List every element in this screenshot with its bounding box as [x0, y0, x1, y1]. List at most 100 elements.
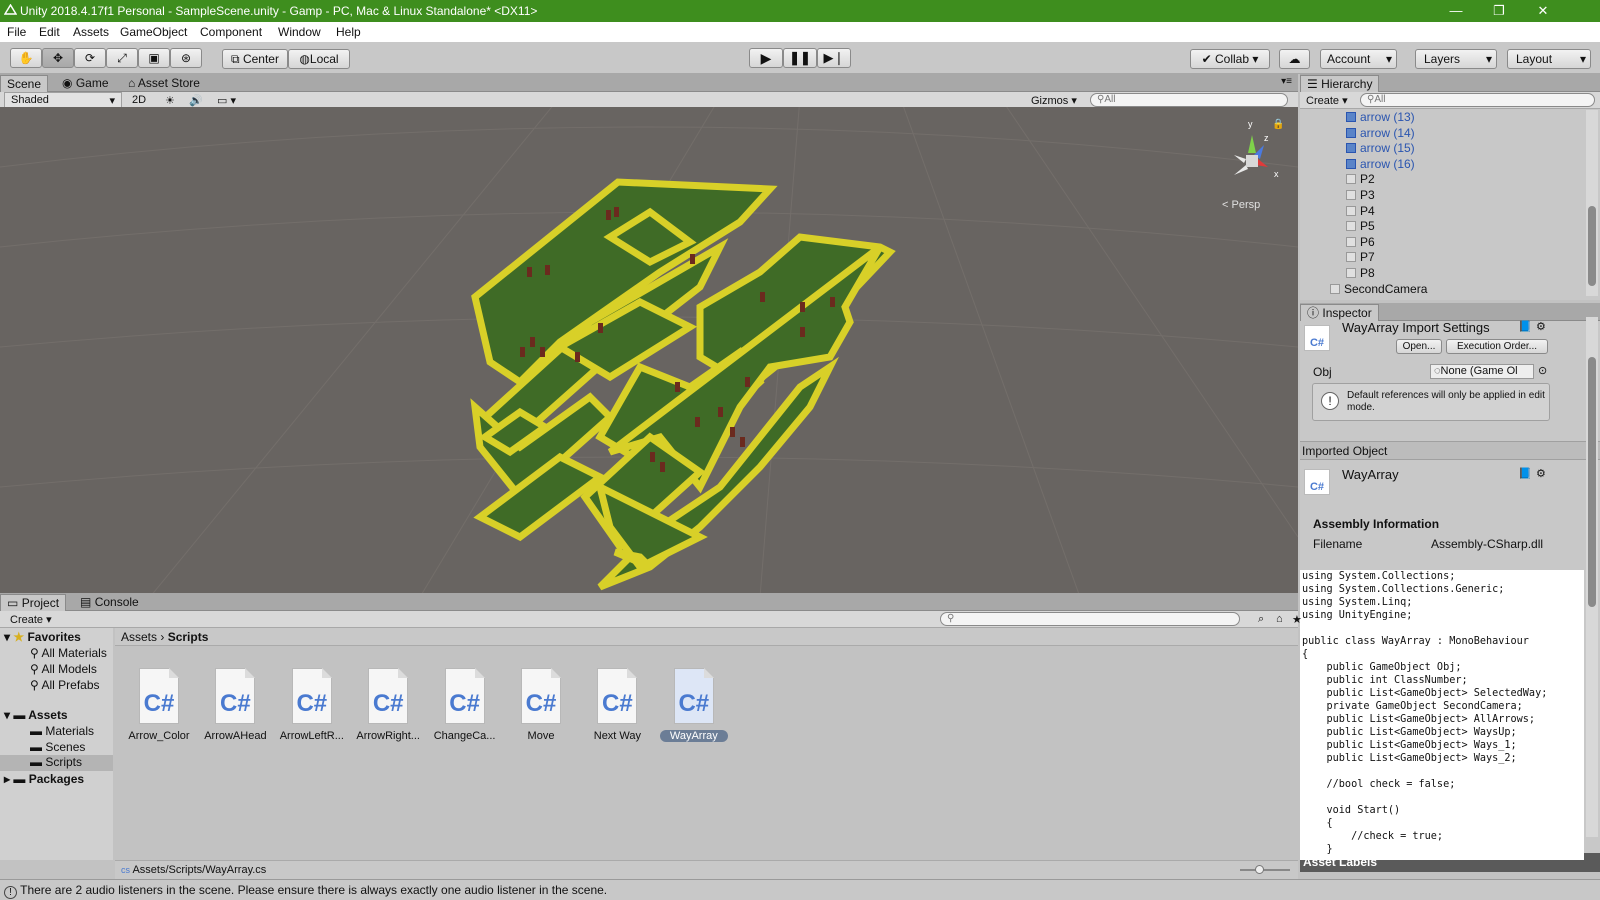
script-file[interactable]: C# Arrow_Color: [123, 668, 195, 742]
filter-label-icon[interactable]: ⌂: [1276, 613, 1283, 625]
menu-file[interactable]: File: [7, 25, 26, 39]
favorite-all-materials[interactable]: ⚲ All Materials: [30, 646, 113, 660]
breadcrumb-assets[interactable]: Assets: [121, 630, 157, 644]
hierarchy-item[interactable]: P6: [1300, 234, 1585, 250]
folder-scenes[interactable]: ▬ Scenes: [30, 740, 85, 754]
hierarchy-item[interactable]: P4: [1300, 203, 1585, 219]
packages-folder[interactable]: ▸ ▬ Packages: [4, 772, 84, 786]
gizmos-dropdown[interactable]: Gizmos ▾: [1031, 94, 1077, 107]
menu-assets[interactable]: Assets: [73, 25, 109, 39]
account-dropdown[interactable]: Account ▾: [1320, 49, 1397, 69]
lighting-icon[interactable]: ☀: [165, 94, 175, 107]
status-message[interactable]: There are 2 audio listeners in the scene…: [20, 883, 607, 897]
menu-help[interactable]: Help: [336, 25, 361, 39]
inspector-scrollbar[interactable]: [1586, 317, 1598, 837]
hierarchy-item[interactable]: arrow (14): [1300, 125, 1585, 141]
move-tool-icon[interactable]: ✥: [42, 48, 74, 68]
hierarchy-search-input[interactable]: ⚲All: [1360, 93, 1595, 107]
effects-icon[interactable]: ▭ ▾: [217, 94, 236, 107]
icon-size-slider[interactable]: [1240, 869, 1290, 871]
filter-type-icon[interactable]: ⌕: [1258, 613, 1264, 626]
script-file[interactable]: C# Move: [505, 668, 577, 742]
hierarchy-create-dropdown[interactable]: Create ▾: [1302, 94, 1352, 107]
scale-tool-icon[interactable]: ⤢: [106, 48, 138, 68]
maximize-button[interactable]: ❐: [1476, 0, 1522, 22]
hierarchy-item[interactable]: P7: [1300, 249, 1585, 265]
gear-icon[interactable]: ⚙: [1536, 320, 1546, 333]
menu-component[interactable]: Component: [200, 25, 262, 39]
obj-field[interactable]: ◌None (Game Ol: [1430, 364, 1534, 379]
hierarchy-item[interactable]: arrow (13): [1300, 109, 1585, 125]
tab-asset-store[interactable]: ⌂ Asset Store: [122, 75, 206, 92]
assets-folder[interactable]: ▾ ▬ Assets: [4, 708, 68, 722]
gear-icon[interactable]: ⚙: [1536, 467, 1546, 480]
collab-dropdown[interactable]: ✔ Collab ▾: [1190, 49, 1270, 69]
pause-button[interactable]: ❚❚: [783, 48, 817, 68]
tab-scene[interactable]: Scene: [0, 75, 48, 92]
script-file[interactable]: C# ArrowLeftR...: [276, 668, 348, 742]
menu-edit[interactable]: Edit: [39, 25, 60, 39]
project-tab-bar: ▭ Project ▤ Console: [0, 593, 1298, 611]
hierarchy-item[interactable]: arrow (16): [1300, 156, 1585, 172]
breadcrumb-scripts[interactable]: Scripts: [168, 630, 209, 644]
inspector-scroll-thumb[interactable]: [1588, 357, 1596, 607]
hierarchy-item[interactable]: P5: [1300, 218, 1585, 234]
shading-mode-dropdown[interactable]: Shaded ▾: [4, 92, 122, 108]
execution-order-button[interactable]: Execution Order...: [1446, 339, 1548, 354]
scene-grid-maze[interactable]: [0, 107, 1298, 597]
favorite-all-prefabs[interactable]: ⚲ All Prefabs: [30, 678, 100, 692]
favorites-folder[interactable]: ▾ ★ Favorites: [4, 630, 81, 644]
play-button[interactable]: ▶: [749, 48, 783, 68]
hierarchy-item[interactable]: SecondCamera: [1300, 281, 1585, 297]
project-create-dropdown[interactable]: Create ▾: [6, 613, 56, 626]
close-button[interactable]: ✕: [1520, 0, 1566, 22]
folder-scripts[interactable]: ▬ Scripts: [0, 755, 113, 771]
scene-search-input[interactable]: ⚲All: [1090, 93, 1288, 107]
hierarchy-item[interactable]: P8: [1300, 265, 1585, 281]
hierarchy-scroll-thumb[interactable]: [1588, 206, 1596, 286]
folder-materials[interactable]: ▬ Materials: [30, 724, 94, 738]
project-search-input[interactable]: ⚲: [940, 612, 1240, 626]
menu-gameobject[interactable]: GameObject: [120, 25, 187, 39]
menu-window[interactable]: Window: [278, 25, 321, 39]
gizmo-y-axis[interactable]: [1248, 135, 1256, 153]
tab-console[interactable]: ▤ Console: [74, 594, 145, 611]
hierarchy-scrollbar[interactable]: [1586, 110, 1598, 296]
tab-project[interactable]: ▭ Project: [0, 594, 67, 611]
pivot-center-button[interactable]: ⧉ Center: [222, 49, 288, 69]
tab-inspector[interactable]: ⓘ Inspector: [1300, 304, 1379, 321]
hierarchy-item[interactable]: P2: [1300, 171, 1585, 187]
hierarchy-item[interactable]: arrow (15): [1300, 140, 1585, 156]
minimize-button[interactable]: —: [1433, 0, 1479, 22]
script-file[interactable]: C# ArrowAHead: [199, 668, 271, 742]
tab-game[interactable]: ◉ Game: [56, 75, 115, 92]
transform-tool-icon[interactable]: ⊛: [170, 48, 202, 68]
2d-toggle[interactable]: 2D: [132, 94, 146, 106]
help-book-icon[interactable]: 📘: [1518, 320, 1532, 333]
lock-icon[interactable]: 🔒: [1272, 119, 1284, 130]
projection-label[interactable]: < Persp: [1222, 199, 1260, 211]
open-button[interactable]: Open...: [1396, 339, 1442, 354]
script-file[interactable]: C# ChangeCa...: [429, 668, 501, 742]
layout-dropdown[interactable]: Layout ▾: [1507, 49, 1591, 69]
hand-tool-icon[interactable]: ✋: [10, 48, 42, 68]
favorite-all-models[interactable]: ⚲ All Models: [30, 662, 97, 676]
hierarchy-item[interactable]: P3: [1300, 187, 1585, 203]
layers-dropdown[interactable]: Layers ▾: [1415, 49, 1497, 69]
object-picker-icon[interactable]: ⊙: [1538, 364, 1547, 377]
rotate-tool-icon[interactable]: ⟳: [74, 48, 106, 68]
step-button[interactable]: ▶❘: [817, 48, 851, 68]
tab-menu-icon[interactable]: ▾≡: [1281, 76, 1292, 87]
audio-icon[interactable]: 🔊: [189, 94, 203, 107]
script-file[interactable]: C# Next Way: [581, 668, 653, 742]
icon-size-slider-thumb[interactable]: [1255, 865, 1264, 874]
favorite-star-icon[interactable]: ★: [1292, 613, 1302, 626]
help-book-icon[interactable]: 📘: [1518, 467, 1532, 480]
script-file[interactable]: C# ArrowRight...: [352, 668, 424, 742]
tab-hierarchy[interactable]: ☰ Hierarchy: [1300, 75, 1380, 92]
cloud-icon[interactable]: ☁: [1279, 49, 1310, 69]
pivot-local-button[interactable]: ◍Local: [288, 49, 350, 69]
scene-view[interactable]: y z x < Persp 🔒: [0, 107, 1298, 597]
rect-tool-icon[interactable]: ▣: [138, 48, 170, 68]
script-file[interactable]: C# WayArray: [658, 668, 730, 742]
